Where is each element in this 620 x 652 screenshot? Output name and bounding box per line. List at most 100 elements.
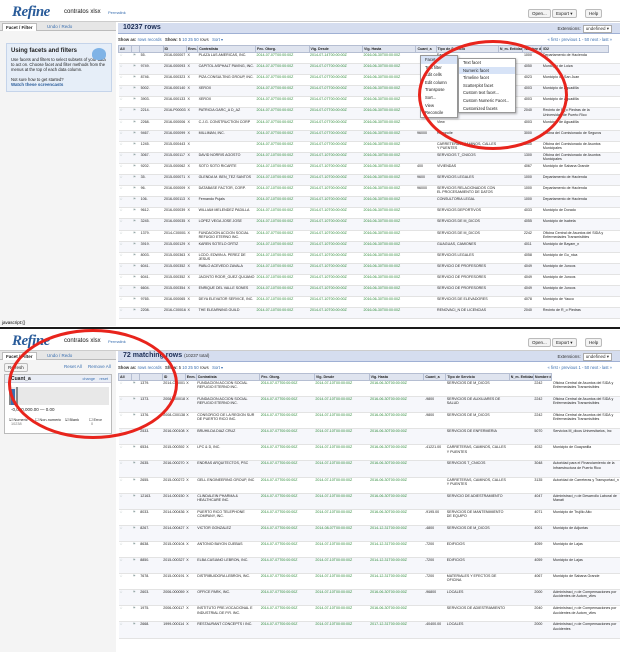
permalink-link[interactable]: Permalink: [108, 10, 126, 15]
table-cell[interactable]: 1000: [522, 185, 542, 198]
table-cell[interactable]: 2014-07-10T00:00:00Z: [314, 396, 370, 414]
table-cell[interactable]: 2015-000191: [162, 573, 186, 591]
menu-item[interactable]: Timeline facet: [459, 74, 515, 82]
table-cell[interactable]: 2014-12-31T00:00:00Z: [369, 525, 424, 542]
table-row[interactable]: ☆ ⚑ 8003. 2015-000363 X LCDO. EDWIN A. PEREZ …: [118, 252, 620, 264]
table-cell[interactable]: DATABASE FACTOR, CORP.: [197, 185, 256, 198]
table-cell[interactable]: [423, 605, 446, 623]
table-cell[interactable]: 2040: [522, 107, 542, 120]
flag-icon[interactable]: ⚑: [131, 296, 140, 309]
table-cell[interactable]: RENOVACI_N DE LICENCIAS: [436, 307, 499, 320]
table-cell[interactable]: 2014-07-07T00:00:00Z: [259, 460, 315, 478]
table-cell[interactable]: 1000: [522, 52, 542, 65]
column-header[interactable]: [131, 45, 141, 53]
table-cell[interactable]: CARRETERAS, CAMINOS, CALLES Y PUENTES: [445, 444, 510, 462]
table-cell[interactable]: FUNDACION ACCION SOCIAL REFUGIO ETERNO I…: [197, 230, 256, 242]
table-cell[interactable]: Municipio de Aguadilla: [541, 85, 609, 98]
table-cell[interactable]: 2014-07-07T00:00:00Z: [255, 141, 309, 153]
refine-logo[interactable]: Refine: [12, 4, 50, 21]
table-cell[interactable]: 2014-07-10T00:00:00Z: [309, 296, 363, 309]
table-cell[interactable]: ANTONIO BAYON CUEBAS: [196, 541, 260, 559]
table-cell[interactable]: -7200: [423, 541, 446, 559]
table-cell[interactable]: BRUHILDA DIAZ CRUZ: [196, 428, 260, 446]
table-cell[interactable]: 2014-07-10T00:00:00Z: [255, 174, 309, 187]
flag-icon[interactable]: ⚑: [131, 152, 140, 164]
table-row[interactable]: ☆ ⚑ 6534. 2015-000392 X LPC & D, INC. 2014-07-…: [118, 444, 620, 462]
table-row[interactable]: ☆ ⚑ 2668. 1999-000114 X RESTAURANT CONCEPTS I…: [118, 621, 620, 639]
table-row[interactable]: ☆ ⚑ 2655. 2015-000272 X GELL ENGINEERING GROU…: [118, 477, 620, 494]
help-button[interactable]: Help: [585, 338, 603, 347]
table-cell[interactable]: [415, 196, 437, 209]
reset-all-link[interactable]: Reset All: [64, 364, 82, 369]
table-cell[interactable]: THE ELEARNING GUILD: [197, 307, 256, 320]
table-cell[interactable]: 8638.: [139, 541, 163, 559]
table-cell[interactable]: DEYA ELEVATOR SERVICE, INC.: [197, 296, 256, 309]
flag-icon[interactable]: ⚑: [131, 412, 140, 430]
table-cell[interactable]: Municipio de Bayam_n: [541, 241, 609, 253]
table-cell[interactable]: LOCALES: [445, 589, 510, 607]
table-cell[interactable]: X: [186, 207, 198, 220]
show-25[interactable]: 25: [188, 365, 193, 370]
table-cell[interactable]: X: [186, 218, 198, 231]
table-cell[interactable]: ENDRAS ARQUITECTOS, PSC: [196, 460, 260, 478]
table-cell[interactable]: 2016-06-30T00:00:00Z: [369, 477, 424, 494]
table-cell[interactable]: 2014-07-10T00:00:00Z: [314, 412, 370, 430]
show-10[interactable]: 10: [182, 37, 187, 42]
table-cell[interactable]: 2015-000327: [162, 557, 186, 575]
table-row[interactable]: ☆ ⚑ 5002. 2016-000140 X XEROX 2014-07-07T00:00…: [118, 85, 620, 98]
table-cell[interactable]: 2015-000062: [163, 163, 187, 176]
star-icon[interactable]: ☆: [118, 274, 132, 286]
table-cell[interactable]: 4078: [522, 296, 542, 309]
column-header[interactable]: Tipo de Servicio: [435, 45, 499, 53]
table-cell[interactable]: [415, 152, 437, 164]
table-cell[interactable]: Municipio de Lajas: [551, 557, 620, 575]
table-cell[interactable]: 2014-07-10T00:00:00Z: [309, 307, 363, 320]
table-cell[interactable]: 2016-000009: [163, 185, 187, 198]
table-cell[interactable]: [509, 525, 534, 542]
table-cell[interactable]: CARRETERAS, CAMINOS, CALLES Y PUENTES: [436, 141, 499, 153]
table-cell[interactable]: 2014-07-07T00:00:00Z: [259, 412, 315, 430]
table-row[interactable]: ☆ ⚑ 3919. 2015-000129 X KAREN SOTELO ORTIZ 201…: [118, 241, 620, 253]
table-cell[interactable]: 2016-06-30T00:00:00Z: [362, 163, 416, 176]
slider-handle[interactable]: [9, 387, 11, 405]
menu-item[interactable]: Text facet: [459, 59, 515, 67]
table-cell[interactable]: -7200: [423, 557, 446, 575]
show-50[interactable]: 50: [194, 365, 199, 370]
table-cell[interactable]: 2014-07-10T00:00:00Z: [255, 152, 309, 164]
table-cell[interactable]: 2014-07-07T00:00:00Z: [255, 230, 309, 242]
table-cell[interactable]: 2014-07-10T00:00:00Z: [255, 263, 309, 275]
table-cell[interactable]: 2014-07-07T00:00:00Z: [255, 85, 309, 98]
star-icon[interactable]: ☆: [118, 296, 132, 309]
flag-icon[interactable]: ⚑: [131, 207, 140, 220]
star-icon[interactable]: ☆: [118, 412, 132, 430]
table-cell[interactable]: CAPITOL ASPHALT PAVING, INC.: [197, 63, 256, 76]
table-cell[interactable]: XEROX: [197, 85, 256, 98]
table-cell[interactable]: 2014-07-07T00:00:00Z: [309, 85, 363, 98]
project-name[interactable]: contratos xlsx: [64, 338, 101, 344]
flag-icon[interactable]: ⚑: [131, 460, 140, 478]
table-row[interactable]: ☆ ⚑ 1376. 2008-C00138 X CONSORCIO DE LA REGIO…: [118, 412, 620, 430]
star-icon[interactable]: ☆: [118, 52, 132, 65]
table-cell[interactable]: 2016-06-30T00:00:00Z: [362, 230, 416, 242]
table-cell[interactable]: 9749.: [139, 63, 164, 76]
tab-undo-redo[interactable]: Undo / Redo: [44, 23, 75, 31]
table-cell[interactable]: CONSULTORIA LEGAL: [436, 196, 499, 209]
export-button[interactable]: Export ▾: [552, 338, 577, 347]
table-cell[interactable]: Fernando Pujals: [197, 196, 256, 209]
table-cell[interactable]: 4067: [533, 573, 552, 591]
column-header[interactable]: ID2: [541, 45, 610, 53]
table-cell[interactable]: 2014-07-07T00:00:00Z: [309, 119, 363, 131]
table-cell[interactable]: 2014-07-07T00:00:00Z: [309, 130, 363, 142]
table-cell[interactable]: [498, 274, 523, 286]
table-cell[interactable]: X: [186, 96, 198, 109]
table-cell[interactable]: 2015-000104: [162, 541, 186, 559]
table-cell[interactable]: 2016-06-30T00:00:00Z: [362, 119, 416, 131]
table-cell[interactable]: Municipio de Isabela: [541, 218, 609, 231]
table-cell[interactable]: [509, 605, 534, 623]
star-icon[interactable]: ☆: [118, 230, 132, 242]
star-icon[interactable]: ☆: [118, 163, 132, 176]
column-header[interactable]: All: [117, 373, 133, 381]
table-cell[interactable]: [608, 218, 620, 231]
table-cell[interactable]: 2016-06-30T00:00:00Z: [362, 63, 416, 76]
extensions[interactable]: Extensions: undefined ▾: [557, 25, 612, 33]
